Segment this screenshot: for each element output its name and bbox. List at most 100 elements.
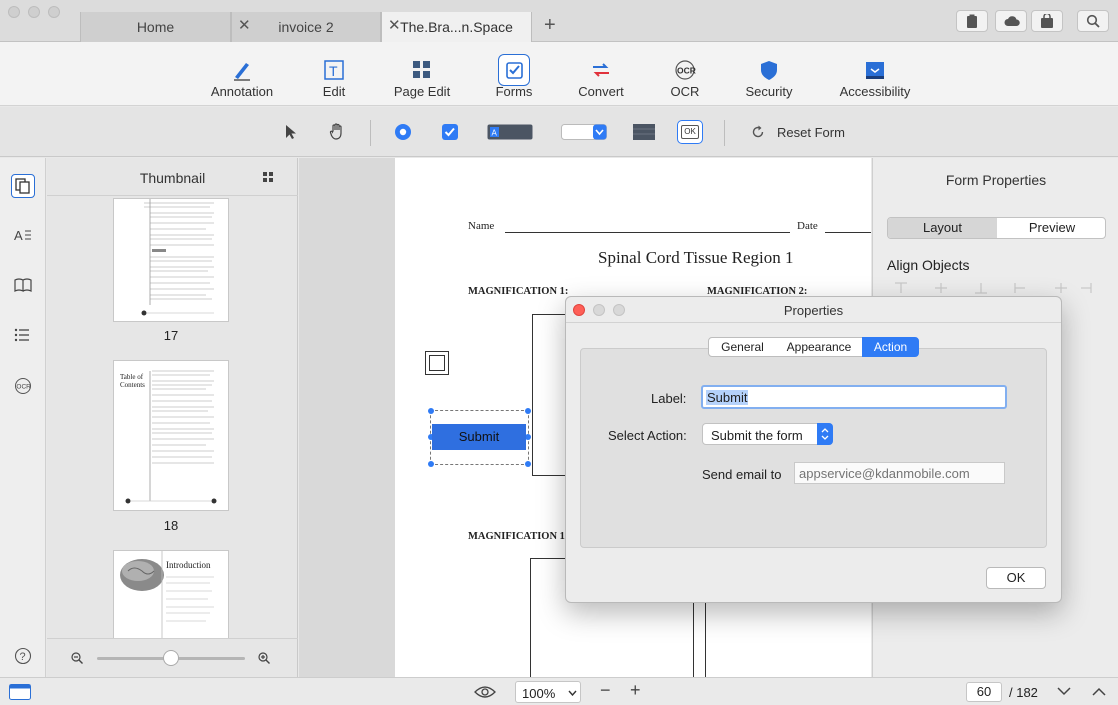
eye-icon[interactable] xyxy=(474,685,496,699)
layout-tab[interactable]: Layout xyxy=(888,218,997,238)
cloud-button[interactable] xyxy=(995,10,1027,32)
ok-button[interactable]: OK xyxy=(986,567,1046,589)
toolbar-forms[interactable]: Forms xyxy=(484,42,544,106)
preview-tab[interactable]: Preview xyxy=(998,218,1105,238)
resize-handle[interactable] xyxy=(525,408,531,414)
checkbox-icon xyxy=(498,54,530,86)
name-line xyxy=(505,232,790,233)
next-page-icon[interactable] xyxy=(1057,687,1071,696)
action-select[interactable]: Submit the form xyxy=(702,423,833,445)
checkbox-field[interactable] xyxy=(425,351,449,375)
zoom-out-button[interactable]: − xyxy=(600,680,611,701)
ok-button-icon: OK xyxy=(681,125,699,139)
toolbar-convert[interactable]: Convert xyxy=(571,42,631,106)
page-thumbnail[interactable]: Introduction xyxy=(113,550,229,638)
separator xyxy=(370,120,371,146)
tab-invoice[interactable]: ✕ invoice 2 xyxy=(231,12,381,42)
toolbar-ocr[interactable]: OCR OCR xyxy=(655,42,715,106)
action-select-value: Submit the form xyxy=(711,428,803,443)
clipboard-button[interactable] xyxy=(956,10,988,32)
text-edit-icon: T xyxy=(318,54,350,86)
svg-text:OCR: OCR xyxy=(677,66,696,76)
zoom-select[interactable]: 100% xyxy=(515,681,581,703)
hand-icon[interactable] xyxy=(329,122,345,140)
window-minimize-button[interactable] xyxy=(28,6,40,18)
svg-text:A: A xyxy=(492,129,498,138)
resize-handle[interactable] xyxy=(428,461,434,467)
convert-icon xyxy=(585,54,617,86)
tab-appearance[interactable]: Appearance xyxy=(776,337,863,357)
label-caption: Label: xyxy=(651,391,687,406)
page-number-input[interactable]: 60 xyxy=(966,682,1002,702)
combo-box-icon[interactable] xyxy=(561,124,607,140)
grid-view-icon[interactable] xyxy=(263,172,273,182)
thumbnail-view-button[interactable] xyxy=(11,174,35,198)
magnification-1-label: MAGNIFICATION 1: xyxy=(468,286,569,297)
dialog-title: Properties xyxy=(783,303,844,318)
main-toolbar: Annotation T Edit Page Edit Forms Conver… xyxy=(0,42,1118,106)
panel-title: Form Properties xyxy=(945,172,1047,188)
window-zoom-button[interactable] xyxy=(48,6,60,18)
slider-handle[interactable] xyxy=(163,650,179,666)
radio-button-icon[interactable] xyxy=(394,123,412,141)
tab-general[interactable]: General xyxy=(708,337,777,357)
magnification-lower-label: MAGNIFICATION 1 xyxy=(468,531,565,542)
book-icon xyxy=(14,278,32,292)
checkbox-field-icon[interactable] xyxy=(441,123,459,141)
reset-form-button[interactable]: Reset Form xyxy=(777,125,845,140)
zoom-in-icon[interactable] xyxy=(258,652,270,664)
tab-brain-space[interactable]: ✕ The.Bra...n.Space xyxy=(381,12,532,42)
submit-form-button[interactable]: Submit xyxy=(432,424,526,450)
page-number: 17 xyxy=(163,328,179,343)
tab-home[interactable]: Home xyxy=(80,12,231,42)
zoom-out-icon[interactable] xyxy=(71,652,83,664)
toolbar-accessibility[interactable]: Accessibility xyxy=(835,42,915,106)
thumbnail-heading: Introduction xyxy=(166,560,211,570)
label-input-value: Submit xyxy=(706,390,749,405)
separator xyxy=(724,120,725,146)
pointer-icon[interactable] xyxy=(284,124,298,140)
window-close-button[interactable] xyxy=(8,6,20,18)
thumbnail-zoom-row xyxy=(47,638,298,677)
properties-dialog: Properties Label: Submit Select Action: … xyxy=(565,296,1062,603)
label-input[interactable]: Submit xyxy=(701,385,1007,409)
resize-handle[interactable] xyxy=(525,461,531,467)
toolbar-security[interactable]: Security xyxy=(737,42,801,106)
help-button[interactable]: ? xyxy=(11,644,35,668)
svg-text:A: A xyxy=(14,228,23,243)
dialog-titlebar: Properties xyxy=(566,297,1061,323)
bookmarks-button[interactable] xyxy=(11,274,35,298)
tab-label: invoice 2 xyxy=(278,19,334,35)
total-pages: / 182 xyxy=(1009,685,1038,700)
send-email-caption: Send email to xyxy=(702,467,782,482)
clipboard-icon xyxy=(967,14,977,28)
page-thumbnail[interactable] xyxy=(113,198,229,322)
zoom-in-button[interactable]: + xyxy=(630,680,641,701)
store-button[interactable] xyxy=(1031,10,1063,32)
send-email-input[interactable] xyxy=(794,462,1005,484)
chevron-down-icon xyxy=(568,690,577,696)
ocr-sidebar-button[interactable]: OCR xyxy=(11,374,35,398)
name-label: Name xyxy=(468,220,495,232)
pages-icon xyxy=(15,178,30,194)
resize-handle[interactable] xyxy=(428,408,434,414)
select-action-caption: Select Action: xyxy=(608,428,687,443)
svg-text:T: T xyxy=(329,63,338,79)
previous-page-icon[interactable] xyxy=(1092,687,1106,696)
page-thumbnail[interactable]: Table of Contents xyxy=(113,360,229,511)
search-button[interactable] xyxy=(1077,10,1109,32)
toolbar-edit[interactable]: T Edit xyxy=(304,42,364,106)
text-outline-button[interactable]: A xyxy=(11,224,35,248)
text-field-icon[interactable]: A xyxy=(487,124,533,140)
new-tab-button[interactable]: + xyxy=(544,14,556,37)
align-objects-label: Align Objects xyxy=(887,257,970,273)
list-box-icon[interactable] xyxy=(633,124,655,140)
tab-action[interactable]: Action xyxy=(862,337,919,357)
list-button[interactable] xyxy=(11,324,35,348)
toolbar-page-edit[interactable]: Page Edit xyxy=(387,42,457,106)
panel-toggle-icon[interactable] xyxy=(9,684,31,700)
toolbar-annotation[interactable]: Annotation xyxy=(202,42,282,106)
dialog-content-box: Label: Submit Select Action: Submit the … xyxy=(580,348,1047,548)
push-button-tool[interactable]: OK xyxy=(677,120,703,144)
page-number: 18 xyxy=(163,518,179,533)
